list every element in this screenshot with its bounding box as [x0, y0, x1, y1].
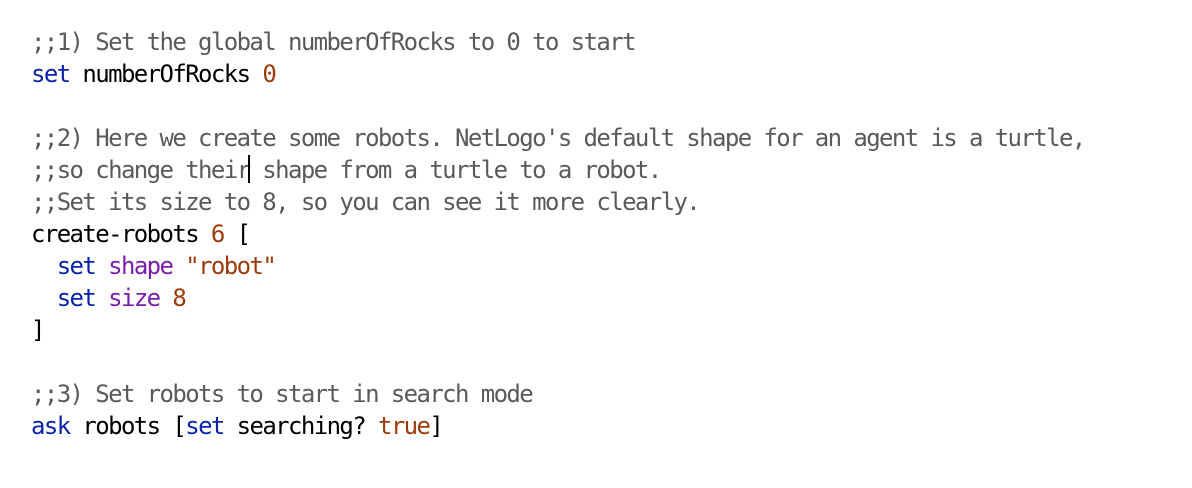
code-constant: 0	[262, 60, 276, 88]
code-keyword: set	[31, 60, 71, 88]
code-comment: ;;so change their	[31, 156, 251, 184]
code-constant: true	[377, 412, 431, 440]
code-comment: ;;1) Set the global numberOfRocks to 0 t…	[31, 28, 637, 56]
code-constant: 6	[210, 220, 225, 248]
code-reporter: size	[108, 284, 161, 312]
code-text: ]	[429, 412, 443, 440]
code-constant: 8	[172, 284, 186, 312]
code-keyword: ask	[31, 412, 71, 440]
code-text: [	[223, 220, 251, 248]
code-line[interactable]: ;;2) Here we create some robots. NetLogo…	[31, 122, 1181, 154]
code-line[interactable]	[31, 90, 1181, 122]
code-editor[interactable]: ;;1) Set the global numberOfRocks to 0 t…	[31, 26, 1181, 442]
code-text: searching?	[223, 412, 378, 440]
code-line[interactable]: ;;Set its size to 8, so you can see it m…	[31, 186, 1181, 218]
code-line[interactable]: ;;3) Set robots to start in search mode	[31, 378, 1181, 410]
code-keyword: set	[185, 412, 225, 440]
code-line[interactable]: set shape "robot"	[31, 250, 1181, 282]
code-line[interactable]: set size 8	[31, 282, 1181, 314]
code-text: ]	[31, 316, 45, 344]
code-text: numberOfRocks	[69, 60, 263, 88]
code-line[interactable]: create-robots 6 [	[31, 218, 1181, 250]
code-text: robots [	[69, 412, 186, 440]
code-reporter: shape	[108, 252, 174, 280]
code-keyword: set	[56, 284, 97, 312]
code-text: create-robots	[31, 220, 211, 248]
code-line[interactable]: ;;so change their shape from a turtle to…	[31, 154, 1181, 186]
code-comment: ;;Set its size to 8, so you can see it m…	[31, 188, 701, 216]
code-line[interactable]: ]	[31, 314, 1181, 346]
code-comment: ;;3) Set robots to start in search mode	[31, 380, 534, 408]
code-line[interactable]	[31, 346, 1181, 378]
code-comment: shape from a turtle to a robot.	[249, 156, 662, 184]
code-constant: "robot"	[185, 252, 277, 280]
code-comment: ;;2) Here we create some robots. NetLogo…	[31, 124, 1086, 152]
code-line[interactable]: ;;1) Set the global numberOfRocks to 0 t…	[31, 26, 1181, 58]
code-line[interactable]: set numberOfRocks 0	[31, 58, 1181, 90]
code-line[interactable]: ask robots [set searching? true]	[31, 410, 1181, 442]
code-keyword: set	[56, 252, 97, 280]
